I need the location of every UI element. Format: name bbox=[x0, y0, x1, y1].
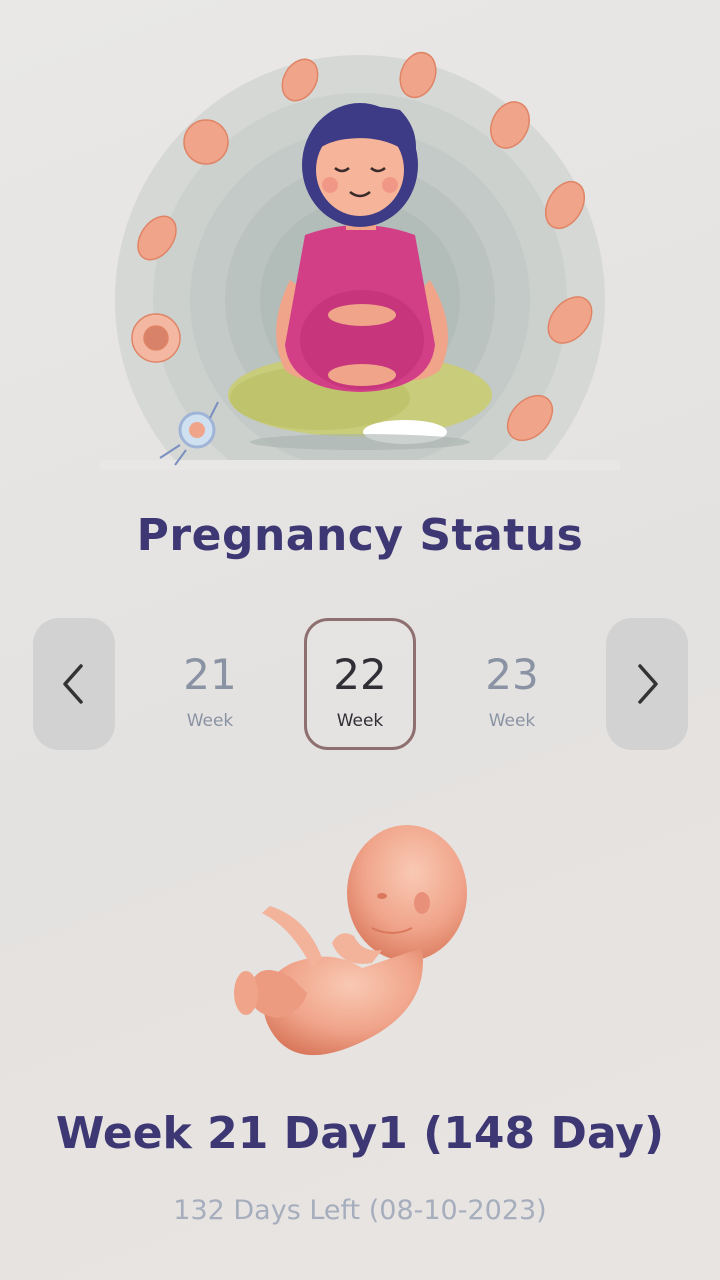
week-label: Week bbox=[336, 711, 384, 731]
week-label: Week bbox=[186, 711, 234, 731]
week-option-23[interactable]: 23 Week bbox=[456, 618, 568, 750]
chevron-left-icon bbox=[63, 664, 83, 704]
next-week-button[interactable] bbox=[606, 618, 688, 750]
pregnancy-status-screen: Pregnancy Status 21 Week 22 Week 23 Week bbox=[0, 0, 720, 1280]
week-option-21[interactable]: 21 Week bbox=[154, 618, 266, 750]
previous-week-button[interactable] bbox=[33, 618, 115, 750]
week-label: Week bbox=[488, 711, 536, 731]
pregnancy-illustration bbox=[100, 40, 620, 470]
days-left-text: 132 Days Left (08-10-2023) bbox=[173, 1195, 547, 1226]
page-title: Pregnancy Status bbox=[136, 510, 584, 561]
week-number: 21 bbox=[183, 650, 237, 699]
chevron-right-icon bbox=[638, 664, 658, 704]
fetus-illustration bbox=[222, 818, 472, 1068]
current-week-day: Week 21 Day1 (148 Day) bbox=[55, 1108, 665, 1159]
week-option-22-selected[interactable]: 22 Week bbox=[304, 618, 416, 750]
week-number: 22 bbox=[333, 650, 387, 699]
week-number: 23 bbox=[485, 650, 539, 699]
